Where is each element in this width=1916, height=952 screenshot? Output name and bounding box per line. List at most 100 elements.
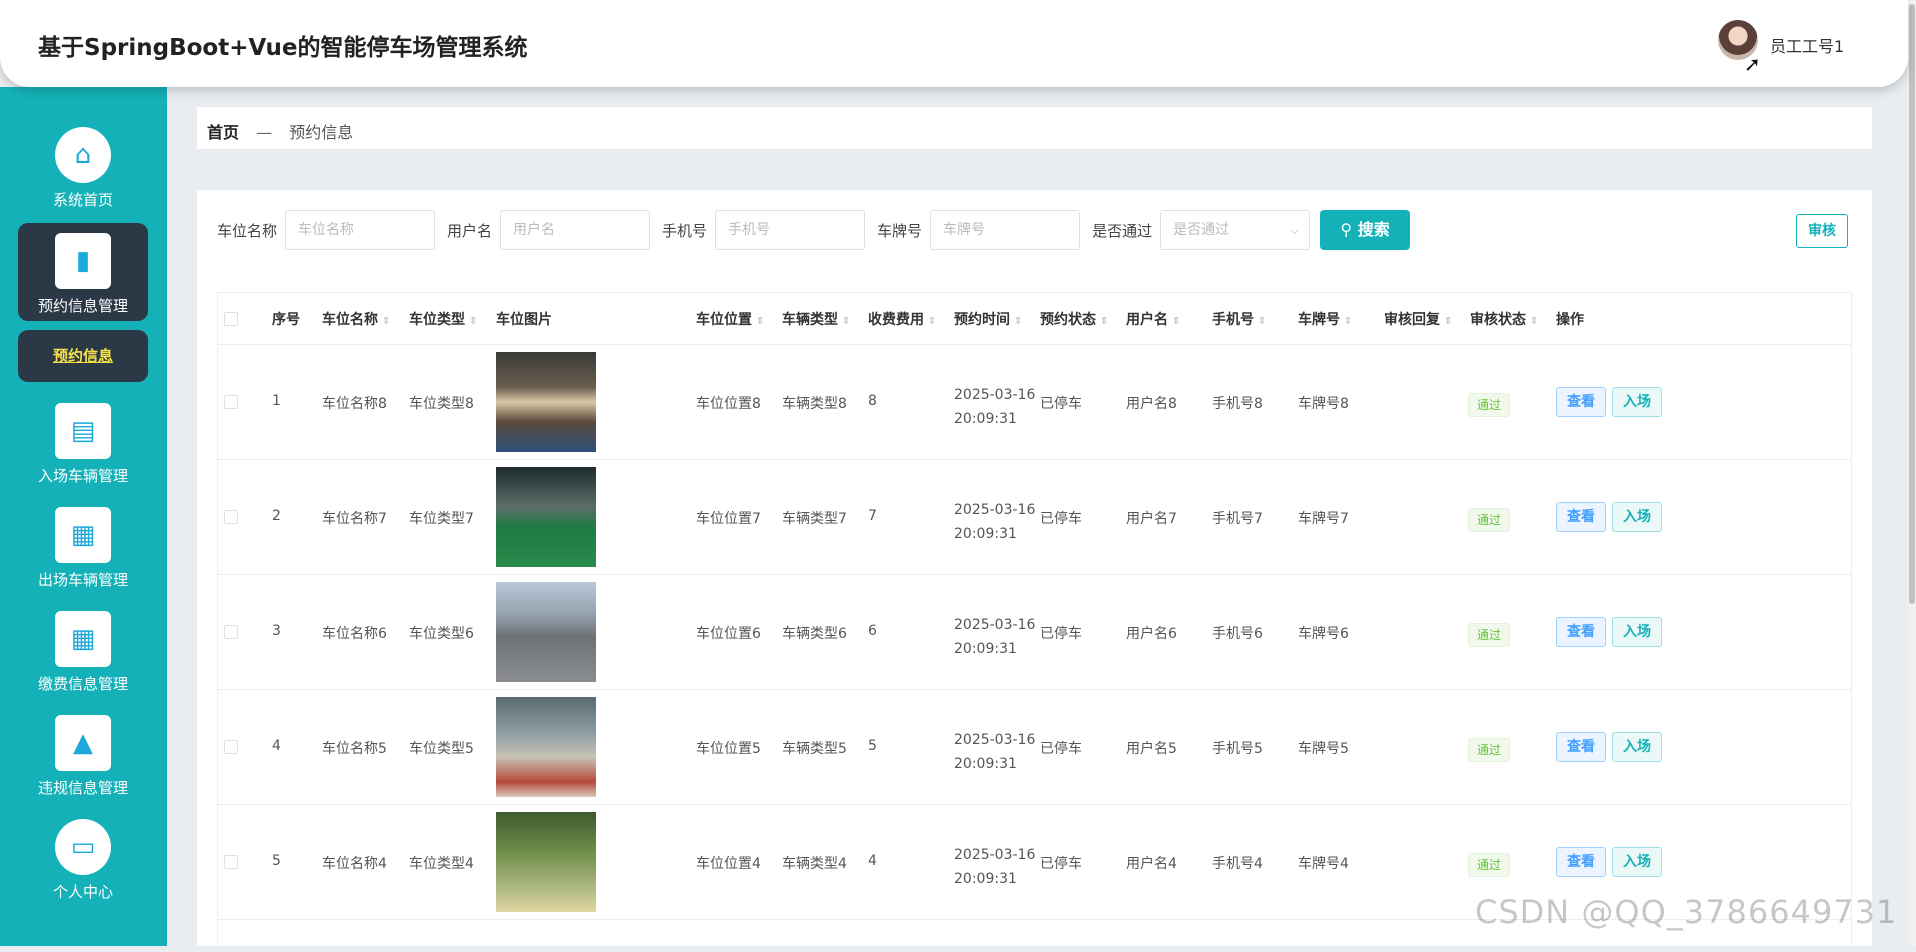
col-vehicle-type[interactable]: 车辆类型 ⇕ [782,309,850,329]
col-label: 预约状态 [1040,312,1096,328]
col-fee[interactable]: 收费费用 ⇕ [868,309,936,329]
sidebar-item-label: 缴费信息管理 [37,675,128,693]
parking-space-image[interactable] [496,582,596,682]
col-phone[interactable]: 手机号 ⇕ [1212,309,1266,329]
cell-status: 已停车 [1040,626,1082,642]
row-checkbox[interactable] [224,395,238,409]
cell-fee: 6 [868,623,877,639]
parking-space-image[interactable] [496,697,596,797]
col-plate[interactable]: 车牌号 ⇕ [1298,309,1352,329]
sidebar-item-violations[interactable]: ▲ 违规信息管理 [18,715,148,811]
cell-status: 已停车 [1040,511,1082,527]
sidebar-item-label: 系统首页 [52,191,113,209]
row-checkbox[interactable] [224,740,238,754]
col-location[interactable]: 车位位置 ⇕ [696,309,764,329]
scrollbar-thumb[interactable] [1909,4,1915,604]
col-audit[interactable]: 审核状态 ⇕ [1470,309,1538,329]
submenu-reservation-info[interactable]: 预约信息 [18,330,148,382]
cell-vehicle-type: 车辆类型7 [782,511,847,527]
view-button[interactable]: 查看 [1556,617,1606,647]
view-button[interactable]: 查看 [1556,502,1606,532]
cell-clock: 20:09:31 [954,641,1017,657]
username-input[interactable]: 用户名 [500,210,651,250]
col-reply[interactable]: 审核回复 ⇕ [1384,309,1452,329]
enter-button[interactable]: 入场 [1612,617,1662,647]
col-space-name[interactable]: 车位名称 ⇕ [322,309,390,329]
sidebar-item-label: 预约信息管理 [37,297,128,315]
cell-phone: 手机号4 [1212,856,1263,872]
cell-vehicle-type: 车辆类型4 [782,856,847,872]
col-space-image: 车位图片 [496,312,552,328]
view-button[interactable]: 查看 [1556,847,1606,877]
sort-icon[interactable]: ⇕ [1258,316,1266,327]
breadcrumb-home[interactable]: 首页 [207,123,239,142]
cell-username: 用户名4 [1126,856,1177,872]
enter-button[interactable]: 入场 [1612,847,1662,877]
space-name-input[interactable]: 车位名称 [285,210,436,250]
sort-icon[interactable]: ⇕ [382,316,390,327]
plate-input[interactable]: 车牌号 [930,210,1081,250]
row-checkbox[interactable] [224,510,238,524]
sidebar-item-reservation[interactable]: ▮ 预约信息管理 [18,223,148,321]
approved-select[interactable]: 是否通过 ⌵ [1160,210,1311,250]
search-button[interactable]: ⚲ 搜索 [1320,210,1411,250]
breadcrumb-separator: — [256,123,273,142]
audit-button[interactable]: 审核 [1796,214,1848,248]
cell-vehicle-type: 车辆类型8 [782,396,847,412]
user-name[interactable]: 员工工号1 [1770,33,1844,57]
col-username[interactable]: 用户名 ⇕ [1126,309,1180,329]
row-checkbox[interactable] [224,855,238,869]
cell-time: 2025-03-16 20:09:31 [954,728,1035,776]
sidebar-item-label: 违规信息管理 [37,779,128,797]
sort-icon[interactable]: ⇕ [842,316,850,327]
enter-button[interactable]: 入场 [1612,502,1662,532]
sort-icon[interactable]: ⇕ [928,316,936,327]
col-label: 用户名 [1126,312,1168,328]
col-space-type[interactable]: 车位类型 ⇕ [409,309,477,329]
top-header: 基于SpringBoot+Vue的智能停车场管理系统 ➚ 员工工号1 [0,0,1908,87]
sort-icon[interactable]: ⇕ [1444,316,1452,327]
view-button[interactable]: 查看 [1556,387,1606,417]
sort-icon[interactable]: ⇕ [469,316,477,327]
sort-icon[interactable]: ⇕ [1014,316,1022,327]
sidebar-item-entry-vehicles[interactable]: ▤ 入场车辆管理 [18,403,148,499]
sort-icon[interactable]: ⇕ [1530,316,1538,327]
view-button[interactable]: 查看 [1556,732,1606,762]
sort-icon[interactable]: ⇕ [756,316,764,327]
enter-button[interactable]: 入场 [1612,732,1662,762]
cell-space-type: 车位类型4 [409,856,474,872]
row-checkbox[interactable] [224,625,238,639]
parking-space-image[interactable] [496,467,596,567]
card-icon: ▭ [55,819,111,875]
breadcrumb: 首页 — 预约信息 [197,107,1872,149]
col-status[interactable]: 预约状态 ⇕ [1040,309,1108,329]
parking-space-image[interactable] [496,812,596,912]
cell-fee: 5 [868,738,877,754]
cell-date: 2025-03-16 [954,502,1036,518]
main-content: 车位名称 车位名称 用户名 用户名 手机号 手机号 车牌号 车牌号 是否通过 是… [197,190,1872,952]
cell-space-type: 车位类型7 [409,511,474,527]
cell-fee: 8 [868,393,877,409]
cell-plate: 车牌号5 [1298,741,1349,757]
page-scrollbar[interactable] [1908,0,1916,946]
cell-space-name: 车位名称6 [322,626,387,642]
sidebar-item-payments[interactable]: ▦ 缴费信息管理 [18,611,148,707]
cell-index: 5 [272,853,281,869]
table-body: 1 车位名称8 车位类型8 车位位置8 车辆类型8 8 2025-03-16 20:09:31… [218,345,1851,920]
table-header: 序号 车位名称 ⇕ 车位类型 ⇕ 车位图片 车位位置 ⇕ 车辆类型 ⇕ 收费费用 ⇕ 预约… [218,293,1851,345]
cell-index: 3 [272,623,281,639]
sort-icon[interactable]: ⇕ [1344,316,1352,327]
col-time[interactable]: 预约时间 ⇕ [954,309,1022,329]
status-badge: 通过 [1468,508,1511,532]
sort-icon[interactable]: ⇕ [1172,316,1180,327]
cell-location: 车位位置5 [696,741,761,757]
sidebar-item-profile[interactable]: ▭ 个人中心 [18,819,148,915]
sidebar-item-home[interactable]: ⌂ 系统首页 [18,127,148,223]
enter-button[interactable]: 入场 [1612,387,1662,417]
sidebar-item-exit-vehicles[interactable]: ▦ 出场车辆管理 [18,507,148,603]
sort-icon[interactable]: ⇕ [1100,316,1108,327]
cell-date: 2025-03-16 [954,847,1036,863]
parking-space-image[interactable] [496,352,596,452]
phone-input[interactable]: 手机号 [715,210,866,250]
select-all-checkbox[interactable] [224,312,238,326]
